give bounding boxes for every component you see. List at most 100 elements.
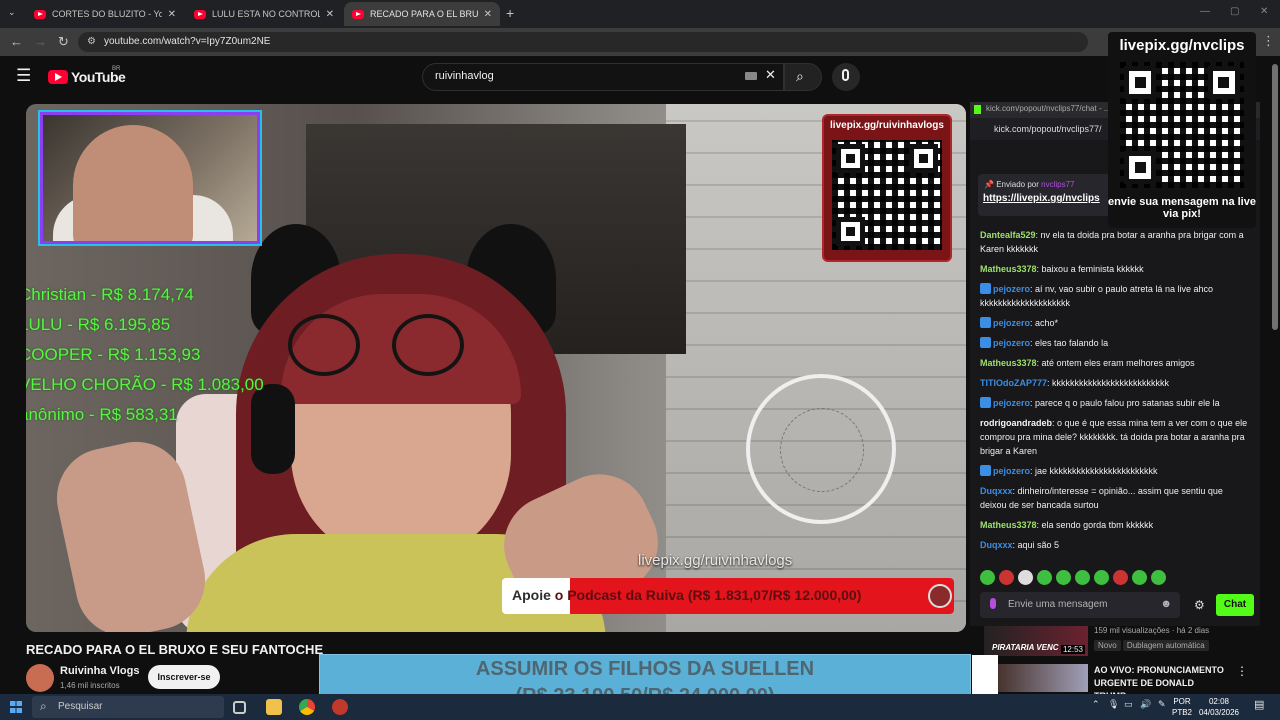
chat-username[interactable]: pejozero [993,338,1030,348]
chat-text: acho* [1035,318,1059,328]
task-view-icon[interactable] [233,701,246,714]
chat-username[interactable]: Matheus3378 [980,520,1037,530]
notification-icon[interactable]: ▤ [1254,698,1264,711]
chat-username[interactable]: pejozero [993,398,1030,408]
user-badge-icon [980,337,991,348]
qr-finder [1207,66,1240,99]
keyboard-icon[interactable] [745,72,757,80]
youtube-logo-icon[interactable] [48,70,68,84]
chat-username[interactable]: TITIOdoZAP777 [980,378,1047,388]
qr-code-icon [1120,62,1244,188]
livepix-watermark: livepix.gg/ruivinhavlogs [638,552,793,569]
windows-start-icon[interactable] [10,701,22,713]
close-window-icon[interactable]: ✕ [1260,6,1268,17]
more-options-icon[interactable]: ⋮ [1236,664,1248,678]
keyboard-layout: PTB2 [1172,708,1193,717]
video-duration: 12:53 [1060,645,1085,654]
close-tab-icon[interactable]: ✕ [484,9,492,20]
tab-recado-el-bruxo[interactable]: RECADO PARA O EL BRUXO ✕ [344,2,500,26]
chrome-icon[interactable] [299,699,315,715]
forward-arrow-icon[interactable]: → [34,34,47,49]
emote-icon[interactable] [980,570,995,585]
settings-gear-icon[interactable]: ⚙ [1194,598,1205,612]
donor-entry: Christian - R$ 8.174,74 [26,285,194,304]
hamburger-menu-icon[interactable]: ☰ [16,66,31,86]
chat-username[interactable]: Matheus3378 [980,264,1037,274]
url-field[interactable]: ⚙ youtube.com/watch?v=Ipy7Z0um2NE [78,32,1088,52]
tab-lulu-controle[interactable]: LULU ESTA NO CONTROLE DE ✕ [186,2,342,26]
browser-menu-icon[interactable]: ⋮ [1262,33,1275,49]
new-tab-button[interactable]: + [506,5,514,21]
donation-goal-bar: Apoie o Podcast da Ruiva (R$ 1.831,07/R$… [502,578,954,614]
chat-input-placeholder: Envie uma mensagem [1008,599,1108,610]
emote-bar [980,570,1166,585]
close-tab-icon[interactable]: ✕ [326,9,334,20]
emoji-icon[interactable]: ☻ [1160,598,1172,610]
site-info-icon[interactable]: ⚙ [87,36,96,47]
emote-icon[interactable] [1018,570,1033,585]
emote-icon[interactable] [1075,570,1090,585]
chat-username[interactable]: Dantealfa529 [980,230,1036,240]
emote-icon[interactable] [1037,570,1052,585]
chat-message: TITIOdoZAP777: kkkkkkkkkkkkkkkkkkkkkkkkk… [980,376,1250,390]
recommendation-tags: Novo Dublagem automática [1094,640,1209,651]
goal-text: Apoie o Podcast da Ruiva (R$ 1.831,07/R$… [512,587,861,603]
back-arrow-icon[interactable]: ← [10,34,23,49]
tag-auto-dub: Dublagem automática [1122,640,1209,651]
emote-icon[interactable] [999,570,1014,585]
qr-code-icon [832,140,942,250]
emote-icon[interactable] [1132,570,1147,585]
app-icon[interactable] [332,699,348,715]
search-button[interactable]: ⌕ [784,63,822,91]
subscribe-button[interactable]: Inscrever-se [148,665,220,689]
file-explorer-icon[interactable] [266,699,282,715]
microphone-icon[interactable] [990,598,996,609]
chat-text: ela sendo gorda tbm kkkkkk [1041,520,1154,530]
chat-username[interactable]: pejozero [993,284,1030,294]
language-indicator[interactable]: POR PTB2 [1172,696,1192,718]
channel-name[interactable]: Ruivinha Vlogs [60,665,139,677]
recommendation-meta: 159 mil visualizações · há 2 dias [1094,626,1210,635]
channel-avatar[interactable] [26,664,54,692]
tray-overflow-icon[interactable]: ⌃ [1092,699,1100,710]
emote-icon[interactable] [1113,570,1128,585]
chat-username[interactable]: Duqxxx [980,486,1013,496]
chat-send-button[interactable]: Chat [1216,594,1254,616]
video-player[interactable]: Christian - R$ 8.174,74 LULU - R$ 6.195,… [26,104,966,632]
tab-cortes-bluzito[interactable]: CORTES DO BLUZITO - YouTube ✕ [26,2,184,26]
maximize-icon[interactable]: ▢ [1230,6,1239,17]
chat-message: Matheus3378: baixou a feminista kkkkkk [980,262,1250,276]
voice-search-button[interactable] [832,63,860,91]
chat-username[interactable]: pejozero [993,318,1030,328]
taskbar-search[interactable]: ⌕ Pesquisar [32,696,224,718]
emote-icon[interactable] [1151,570,1166,585]
page-scrollbar[interactable] [1272,64,1278,330]
search-input[interactable]: ruivinhavlog ✕ [422,63,784,91]
taskbar-clock[interactable]: 02:08 04/03/2026 [1198,696,1240,718]
livepix-qr-title: livepix.gg/ruivinhavlogs [830,120,944,131]
emote-icon[interactable] [1056,570,1071,585]
recommendation-thumbnail[interactable] [998,664,1088,692]
chat-username[interactable]: Duqxxx [980,540,1013,550]
address-bar-row: ← → ↻ ⚙ youtube.com/watch?v=Ipy7Z0um2NE … [0,28,1280,56]
chat-message-input[interactable]: Envie uma mensagem ☻ [980,592,1180,618]
recommendation-thumbnail[interactable]: PIRATARIA VENC 12:53 [984,626,1088,656]
network-icon[interactable]: ▭ [1124,699,1133,710]
pen-icon[interactable]: ✎ [1158,699,1166,710]
goal-prefix: Apoie [512,587,551,603]
volume-icon[interactable]: 🔊 [1140,699,1151,710]
chat-text: kkkkkkkkkkkkkkkkkkkkkkkkkk [1052,378,1170,388]
microphone-icon[interactable]: 🎙 [1108,699,1119,710]
pinned-link[interactable]: https://livepix.gg/nvclips [978,189,1114,204]
minimize-icon[interactable]: — [1200,6,1210,17]
reload-icon[interactable]: ↻ [58,34,69,50]
qr-finder [909,144,938,173]
tab-list-chevron-icon[interactable]: ⌄ [8,7,16,18]
clear-search-icon[interactable]: ✕ [765,67,776,83]
video-title: RECADO PARA O EL BRUXO E SEU FANTOCHE [26,642,324,657]
chat-username[interactable]: Matheus3378 [980,358,1037,368]
chat-username[interactable]: pejozero [993,466,1030,476]
close-tab-icon[interactable]: ✕ [168,9,176,20]
chat-username[interactable]: rodrigoandradeb [980,418,1052,428]
emote-icon[interactable] [1094,570,1109,585]
